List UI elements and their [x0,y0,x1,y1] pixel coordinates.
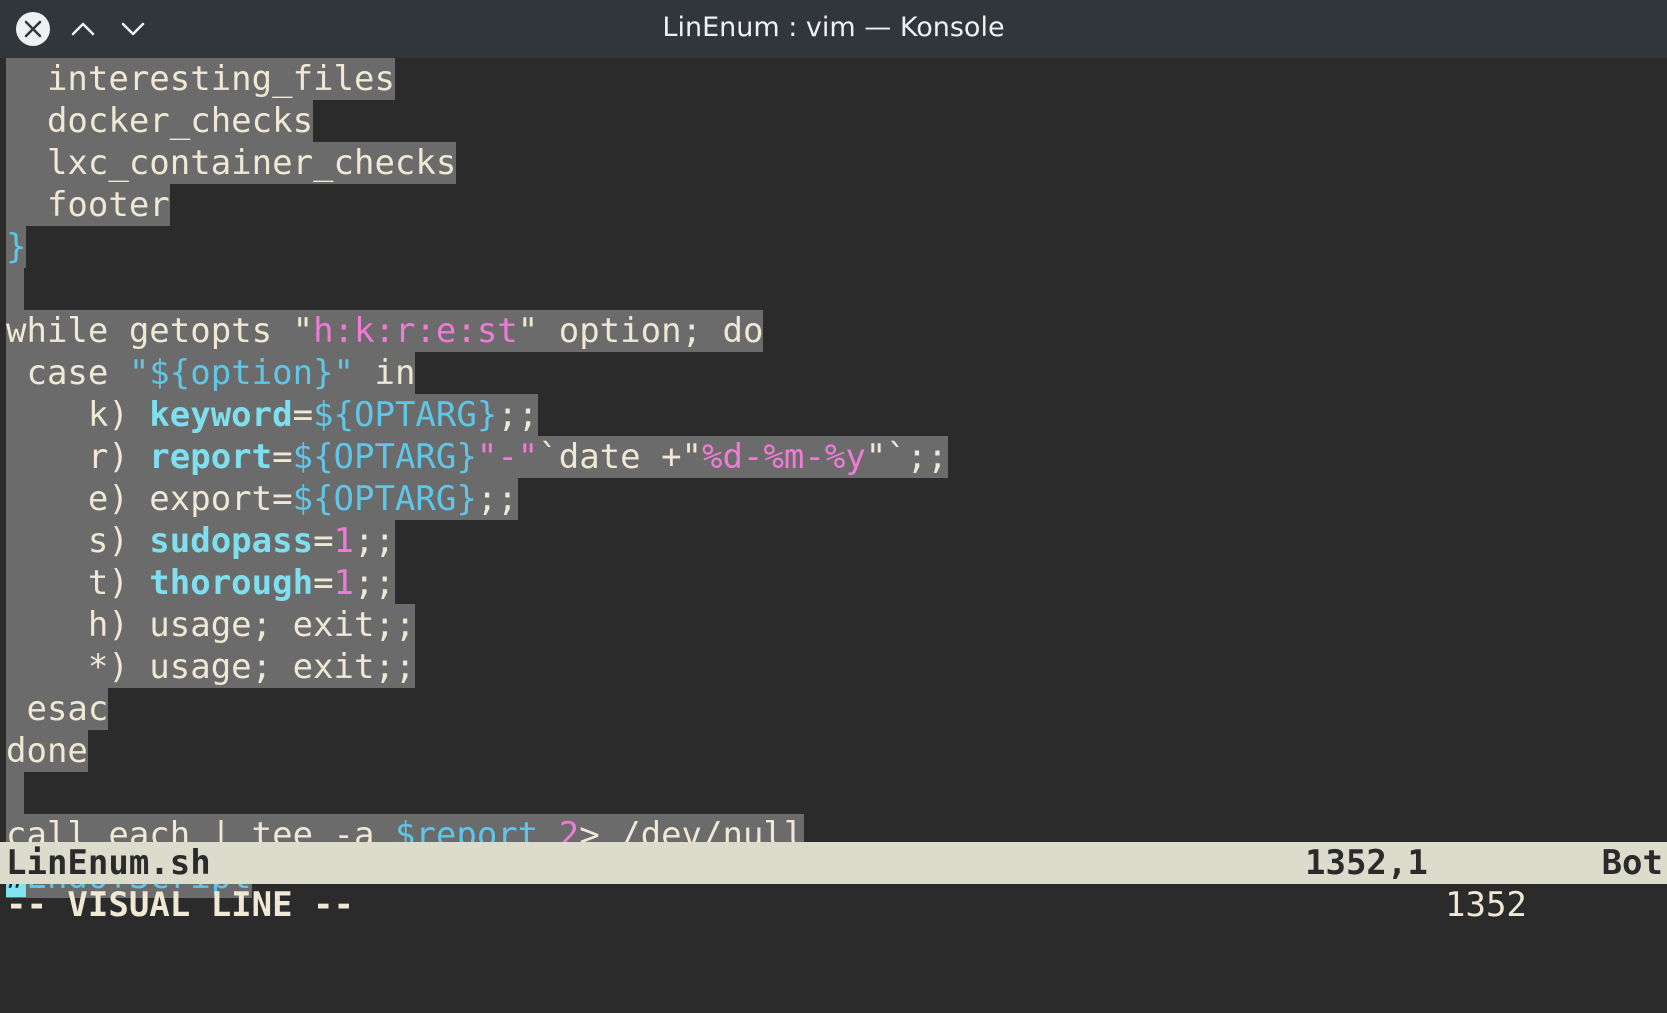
code-token: ;; [497,395,539,435]
code-token: r) [6,437,150,477]
code-token [6,772,24,814]
code-line [6,772,24,814]
window-title: LinEnum : vim — Konsole [662,12,1005,43]
vim-statusline: LinEnum.sh 1352,1 Bot [0,842,1667,884]
code-token: thorough [149,563,314,603]
code-token: interesting_files [6,58,395,100]
code-token: `date +" [538,437,703,477]
code-token: ${OPTARG} [313,395,498,435]
code-token: case [6,353,129,393]
code-line: while getopts "h:k:r:e:st" option; do [6,310,764,352]
code-token: } [6,226,27,268]
vim-command-line[interactable]: -- VISUAL LINE -- 1352 [0,884,1667,926]
code-line: h) usage; exit;; [6,604,416,646]
code-token: = [313,563,334,603]
code-token: "` [865,437,907,477]
code-token: done [6,730,88,772]
code-token: ;; [906,437,948,477]
status-filename: LinEnum.sh [6,843,211,883]
code-line: r) report=${OPTARG}"-"`date +"%d-%m-%y"`… [6,436,948,478]
selection-count: 1352 [1445,885,1527,925]
code-token: = [292,395,314,435]
code-token: option; do [538,311,764,351]
code-token: 1 [333,563,355,603]
code-token: in [354,353,416,393]
code-token: t) [6,563,150,603]
code-token: s) [6,521,150,561]
code-token: "${option}" [128,353,354,393]
title-bar[interactable]: LinEnum : vim — Konsole [0,0,1667,58]
code-token [6,268,24,310]
code-token: *) usage; exit;; [6,646,416,688]
code-token: while getopts [6,311,293,351]
code-token: ${OPTARG} [292,479,477,519]
code-token: ;; [354,563,395,603]
code-token: %d-%m-%y [702,437,866,477]
code-token: esac [6,688,109,730]
code-line: t) thorough=1;; [6,562,395,604]
code-line: } [6,226,27,268]
code-token: k) [6,395,150,435]
code-token: report [149,437,273,477]
status-scroll-position: Bot [1601,843,1663,883]
code-line: s) sudopass=1;; [6,520,395,562]
code-token: ${OPTARG} [292,437,477,477]
mode-indicator: -- VISUAL LINE -- [6,885,354,925]
code-token: keyword [149,395,293,435]
code-token: h) usage; exit;; [6,604,416,646]
code-token: = [313,521,334,561]
code-token: 1 [333,521,355,561]
code-token: = [272,437,293,477]
code-token: ;; [354,521,395,561]
konsole-window: LinEnum : vim — Konsole interesting_file… [0,0,1667,1013]
code-line: e) export=${OPTARG};; [6,478,518,520]
code-token: " [292,311,314,351]
code-line: k) keyword=${OPTARG};; [6,394,539,436]
status-cursor-position: 1352,1 [1305,843,1428,883]
code-line: lxc_container_checks [6,142,457,184]
code-token: ;; [476,479,518,519]
code-line: interesting_files [6,58,395,100]
code-token: h:k:r:e:st [313,311,518,351]
code-token: lxc_container_checks [6,142,457,184]
code-line: footer [6,184,170,226]
code-line: esac [6,688,109,730]
code-line: case "${option}" in [6,352,416,394]
code-line: *) usage; exit;; [6,646,416,688]
code-token: sudopass [149,521,314,561]
code-token: " [517,311,539,351]
code-line: docker_checks [6,100,314,142]
code-token: e) export= [6,479,293,519]
code-line [6,268,24,310]
code-line: done [6,730,88,772]
code-token: docker_checks [6,100,314,142]
code-token: "-" [476,437,539,477]
code-token: footer [6,184,170,226]
